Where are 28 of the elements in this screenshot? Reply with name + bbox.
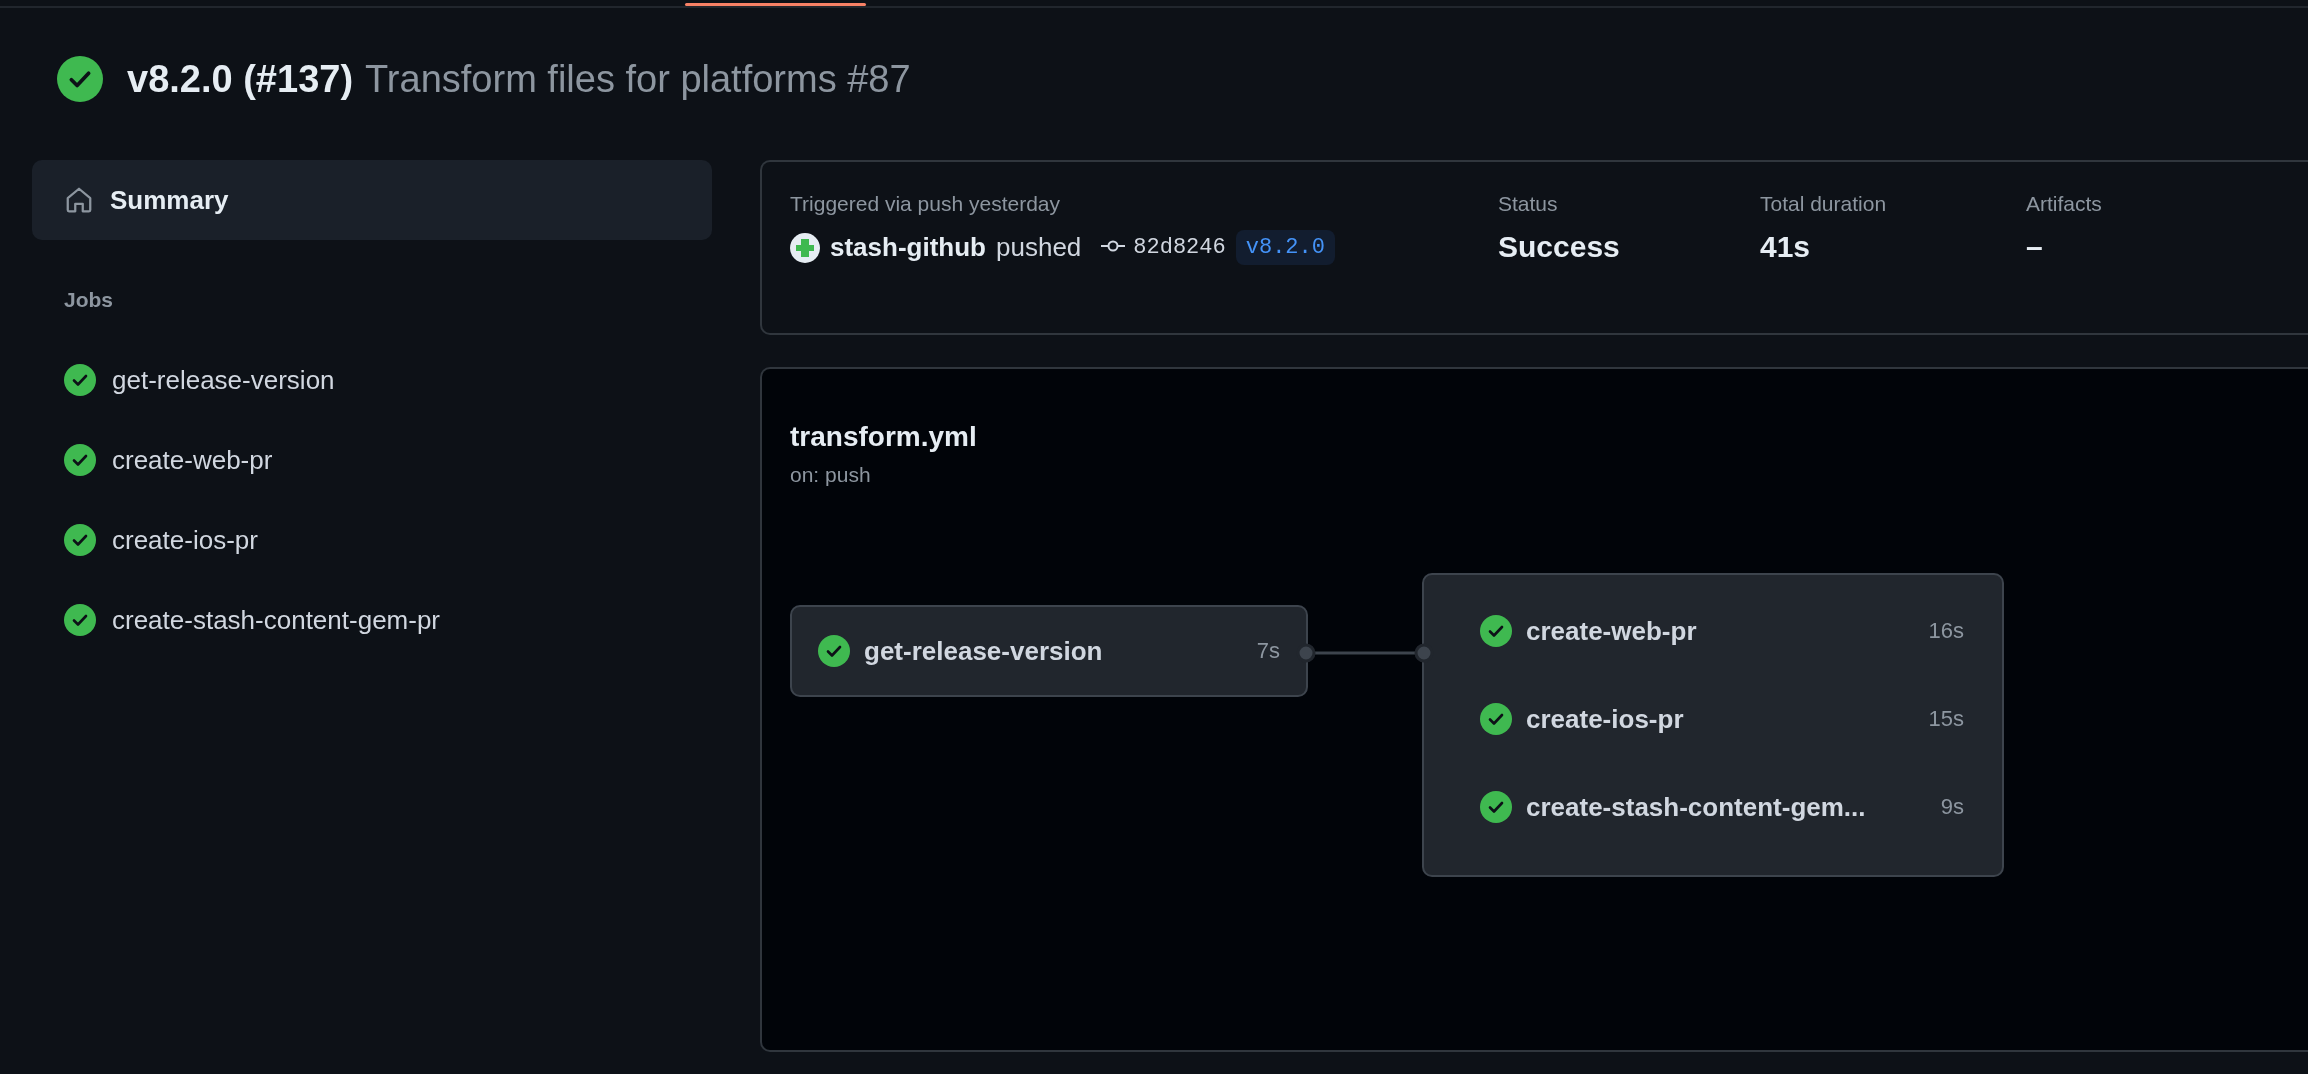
stat-label: Status [1498,192,1559,216]
stat-value: 41s [1760,230,1812,264]
stat-label: Total duration [1760,192,1888,216]
actor-link[interactable]: stash-github [830,232,986,263]
tag-label[interactable]: v8.2.0 [1235,230,1335,265]
job-node[interactable]: create-ios-pr 15s [1424,675,2002,763]
job-nav-item[interactable]: get-release-version [32,340,712,420]
action-text: pushed [996,232,1082,263]
home-icon [64,185,94,215]
run-title: v8.2.0 (#137) [127,57,354,101]
trigger-label: Triggered via push yesterday [790,192,1062,216]
workflow-file-title: transform.yml [790,421,978,453]
jobs-heading: Jobs [63,287,114,313]
avatar-icon [790,232,820,263]
job-node[interactable]: create-stash-content-gem... 9s [1424,763,2002,851]
commit-link[interactable]: 82d8246 [1101,235,1226,260]
job-nav-item[interactable]: create-ios-pr [32,500,712,580]
job-node[interactable]: create-web-pr 16s [1424,587,2002,675]
workflow-subtitle: Transform files for platforms #87 [365,57,911,101]
stat-value: – [2026,230,2044,264]
workflow-trigger: on: push [790,463,872,487]
stat-value: Success [1498,230,1621,264]
commit-icon [1101,239,1126,253]
stat-label: Artifacts [2026,192,2103,216]
job-nav-item[interactable]: create-stash-content-gem-pr [32,580,712,660]
job-nav-item[interactable]: create-web-pr [32,420,712,500]
job-node[interactable]: get-release-version 7s [792,607,1306,695]
summary-nav-item[interactable]: Summary [32,160,712,240]
